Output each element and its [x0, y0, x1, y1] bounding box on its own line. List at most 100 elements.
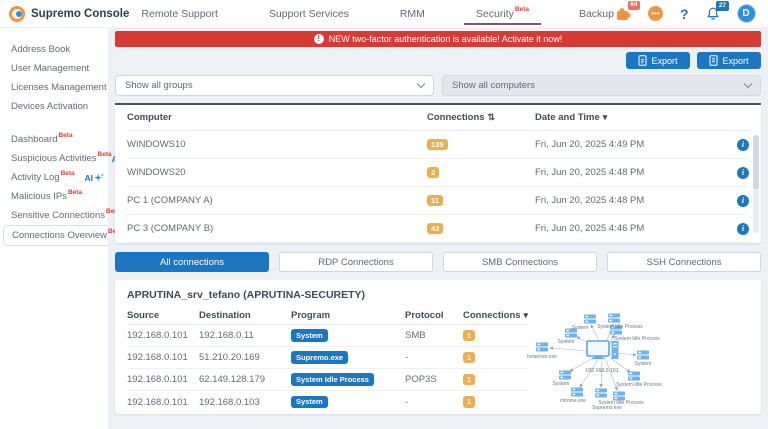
help-icon[interactable]: ? — [680, 6, 689, 22]
central-computer-icon[interactable] — [587, 341, 619, 359]
column-datetime[interactable]: Date and Time▾ — [535, 112, 727, 123]
datetime-value: Fri, Jun 20, 2025 4:48 PM — [535, 167, 727, 178]
vertical-scrollbar[interactable] — [753, 135, 759, 233]
main-content: ! NEW two-factor authentication is avail… — [108, 28, 768, 429]
computer-row[interactable]: WINDOWS10 135 Fri, Jun 20, 2025 4:49 PM … — [127, 131, 749, 159]
computer-name: PC 3 (COMPANY B) — [127, 223, 427, 234]
datetime-value: Fri, Jun 20, 2025 4:49 PM — [535, 139, 727, 150]
server-node-icon[interactable] — [559, 371, 571, 380]
column-computer[interactable]: Computer — [127, 112, 427, 123]
connections-count-badge: 1 — [463, 374, 475, 386]
server-node-icon[interactable] — [584, 315, 596, 324]
column-source[interactable]: Source — [127, 310, 199, 321]
header-icons: 64 ••• ? 27 D — [615, 4, 768, 23]
supremo-logo-icon — [9, 6, 25, 22]
destination-ip: 51.210.20.169 — [199, 352, 291, 363]
network-graph[interactable]: 192.168.0.101 System System Idle Process… — [517, 294, 755, 412]
connection-row[interactable]: 192.168.0.101 51.210.20.169 Supremo.exe … — [127, 347, 529, 369]
protocol-value: SMB — [405, 330, 463, 341]
server-node-icon[interactable] — [608, 314, 620, 323]
tab-ssh-connections[interactable]: SSH Connections — [607, 252, 761, 272]
connections-table-header: Source Destination Program Protocol Conn… — [127, 307, 529, 325]
graph-node-label: System Idle Process — [614, 336, 660, 342]
connections-detail-card: APRUTINA_srv_tefano (APRUTINA-SECURETY) … — [115, 280, 761, 414]
sort-down-icon[interactable]: ▾ — [603, 112, 608, 122]
server-node-icon[interactable] — [595, 389, 607, 398]
column-protocol[interactable]: Protocol — [405, 310, 463, 321]
connection-row[interactable]: 192.168.0.101 62.149.128.179 System Idle… — [127, 369, 529, 391]
tab-all-connections[interactable]: All connections — [115, 252, 269, 272]
sidebar-item-activity-log[interactable]: Activity LogBeta AI — [0, 168, 108, 187]
column-destination[interactable]: Destination — [199, 310, 291, 321]
graph-node-label: System — [572, 325, 589, 331]
graph-node-label: System — [553, 381, 570, 387]
nav-backup[interactable]: Backup — [579, 0, 615, 27]
sidebar-item-dashboard[interactable]: DashboardBeta — [0, 130, 108, 149]
chevron-down-icon — [744, 80, 752, 88]
sidebar: Address Book User Management Licenses Ma… — [0, 28, 108, 429]
source-ip: 192.168.0.101 — [127, 374, 199, 385]
chevron-down-icon — [417, 80, 425, 88]
sidebar-item-connections-overview[interactable]: Connections OverviewBeta — [3, 225, 108, 246]
sort-both-icon[interactable]: ⇅ — [488, 112, 496, 122]
export-toolbar: Export Export — [115, 52, 761, 69]
connection-tabs: All connections RDP Connections SMB Conn… — [115, 252, 761, 272]
tab-rdp-connections[interactable]: RDP Connections — [279, 252, 433, 272]
destination-ip: 192.168.0.103 — [199, 397, 291, 408]
server-node-icon[interactable] — [637, 351, 649, 360]
nav-remote-support[interactable]: Remote Support — [141, 0, 218, 27]
column-program[interactable]: Program — [291, 310, 405, 321]
graph-node-label: System — [635, 361, 652, 367]
nav-support-services[interactable]: Support Services — [269, 0, 350, 27]
sidebar-item-sensitive-connections[interactable]: Sensitive ConnectionsBeta — [0, 206, 108, 225]
info-icon[interactable]: i — [737, 167, 749, 179]
connection-row[interactable]: 192.168.0.101 192.168.0.103 System - 1 — [127, 391, 529, 413]
export-csv-button[interactable]: Export — [626, 52, 690, 69]
server-node-icon[interactable] — [536, 343, 548, 352]
sidebar-item-licenses-management[interactable]: Licenses Management — [0, 78, 108, 97]
chat-icon[interactable]: ••• — [648, 6, 663, 21]
connection-row[interactable]: 192.168.0.101 192.168.0.11 System SMB 1 — [127, 325, 529, 347]
computer-row[interactable]: PC 1 (COMPANY A) 11 Fri, Jun 20, 2025 4:… — [127, 187, 749, 215]
graph-node-label: tvnserver.exe — [527, 354, 557, 360]
info-icon[interactable]: i — [737, 223, 749, 235]
sidebar-item-suspicious-activities[interactable]: Suspicious ActivitiesBeta AI — [0, 149, 108, 168]
connections-count-badge: 1 — [463, 330, 475, 342]
connections-table: Source Destination Program Protocol Conn… — [127, 307, 529, 413]
source-ip: 192.168.0.101 — [127, 330, 199, 341]
column-connections[interactable]: Connections⇅ — [427, 112, 535, 123]
server-node-icon[interactable] — [571, 388, 583, 397]
destination-ip: 62.149.128.179 — [199, 374, 291, 385]
document-export-icon — [638, 55, 647, 66]
graph-node-label: System Idle Process — [597, 324, 643, 330]
app-logo[interactable]: Supremo Console — [0, 6, 129, 22]
banner-message: NEW two-factor authentication is availab… — [329, 34, 563, 44]
alert-icon: ! — [314, 34, 324, 44]
computer-row[interactable]: PC 3 (COMPANY B) 43 Fri, Jun 20, 2025 4:… — [127, 215, 749, 243]
tab-smb-connections[interactable]: SMB Connections — [443, 252, 597, 272]
sidebar-item-address-book[interactable]: Address Book — [0, 40, 108, 59]
nav-rmm[interactable]: RMM — [400, 0, 426, 27]
scrollbar-thumb[interactable] — [753, 135, 759, 189]
sidebar-item-malicious-ips[interactable]: Malicious IPsBeta — [0, 187, 108, 206]
addons-badge: 64 — [628, 1, 640, 11]
info-icon[interactable]: i — [737, 139, 749, 151]
sidebar-item-user-management[interactable]: User Management — [0, 59, 108, 78]
server-node-icon[interactable] — [628, 372, 640, 381]
info-icon[interactable]: i — [737, 195, 749, 207]
addons-button[interactable]: 64 — [615, 6, 631, 22]
export-file-button[interactable]: Export — [697, 52, 761, 69]
program-badge: System — [291, 329, 328, 342]
connections-badge: 2 — [427, 167, 439, 179]
sidebar-item-devices-activation[interactable]: Devices Activation — [0, 97, 108, 116]
computer-row[interactable]: WINDOWS20 2 Fri, Jun 20, 2025 4:48 PM i — [127, 159, 749, 187]
two-factor-alert-banner[interactable]: ! NEW two-factor authentication is avail… — [115, 31, 761, 47]
computers-select[interactable]: Show all computers — [442, 75, 761, 96]
connections-count-badge: 1 — [463, 396, 475, 408]
computers-table-header: Computer Connections⇅ Date and Time▾ — [127, 105, 749, 131]
nav-security[interactable]: SecurityBeta — [476, 0, 529, 27]
user-avatar[interactable]: D — [737, 4, 756, 23]
notifications-button[interactable]: 27 — [706, 6, 720, 21]
graph-node-label: System Idle Process — [598, 400, 644, 406]
groups-select[interactable]: Show all groups — [115, 75, 434, 96]
